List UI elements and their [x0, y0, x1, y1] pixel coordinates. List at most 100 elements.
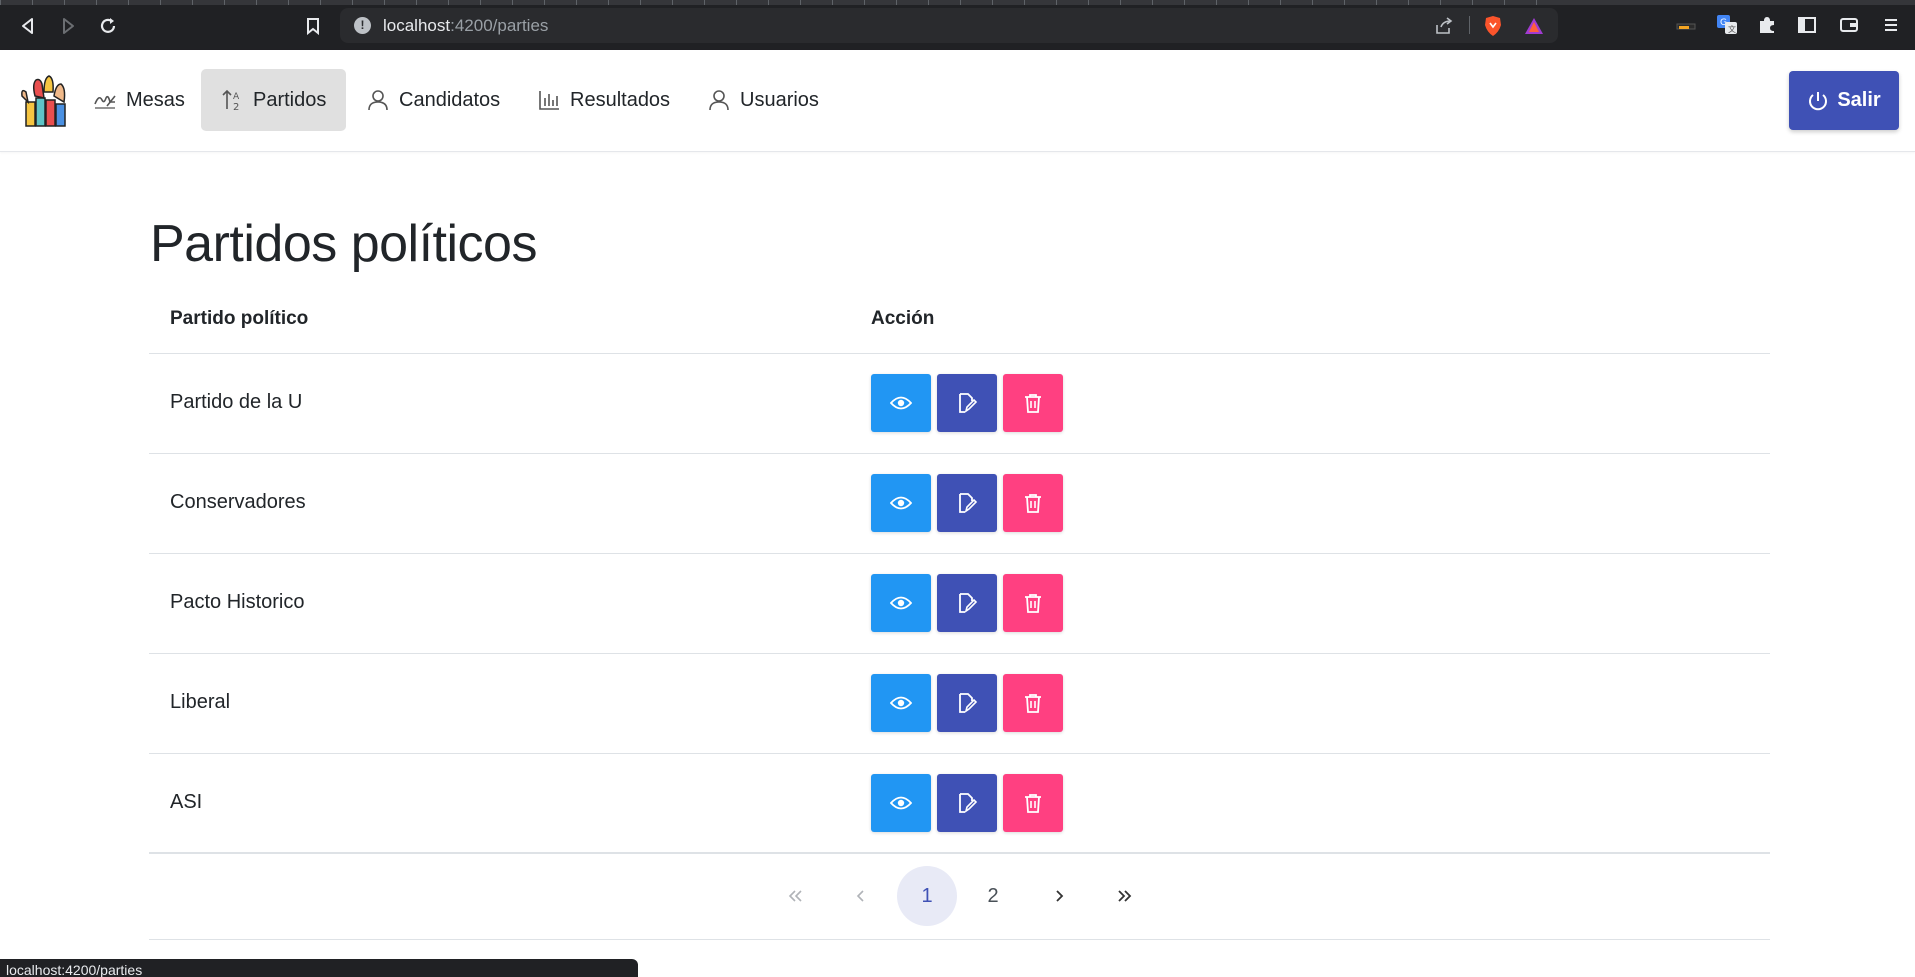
edit-button[interactable] [937, 774, 997, 832]
nav-item-label: Partidos [253, 88, 327, 111]
table-row: Pacto Historico [149, 554, 1770, 654]
nav-item-label: Resultados [570, 88, 671, 111]
nav-item-label: Usuarios [740, 88, 819, 111]
nav-item-candidatos[interactable]: Candidatos [345, 69, 520, 131]
nav-item-mesas[interactable]: Mesas [72, 69, 205, 131]
view-button[interactable] [871, 474, 931, 532]
url-text: localhost:4200/parties [383, 16, 548, 36]
wallet-icon[interactable] [1838, 14, 1860, 36]
brave-shield-icon[interactable] [1483, 16, 1503, 36]
eye-icon [890, 595, 912, 611]
translate-icon[interactable]: G文 [1716, 14, 1738, 36]
forward-icon[interactable] [52, 10, 84, 42]
first-page-icon[interactable] [765, 866, 825, 926]
view-button[interactable] [871, 674, 931, 732]
trash-icon [1024, 793, 1042, 813]
nav-item-usuarios[interactable]: Usuarios [686, 69, 839, 131]
svg-text:A: A [233, 92, 240, 102]
edit-icon [957, 792, 977, 814]
site-info-icon[interactable]: ! [354, 17, 371, 34]
delete-button[interactable] [1003, 474, 1063, 532]
delete-button[interactable] [1003, 374, 1063, 432]
page-button-1[interactable]: 1 [897, 866, 957, 926]
edit-icon [957, 592, 977, 614]
chart-bar-icon [536, 88, 562, 112]
nav-item-resultados[interactable]: Resultados [516, 69, 690, 131]
edit-button[interactable] [937, 674, 997, 732]
edit-button[interactable] [937, 474, 997, 532]
table-header: Partido político Acción [149, 290, 1770, 354]
table-row: Liberal [149, 654, 1770, 754]
extensions-puzzle-icon[interactable] [1756, 14, 1778, 36]
view-button[interactable] [871, 574, 931, 632]
power-icon [1807, 90, 1829, 112]
edit-icon [957, 392, 977, 414]
reload-icon[interactable] [92, 10, 124, 42]
address-bar[interactable]: ! localhost:4200/parties [340, 8, 1558, 43]
column-header-party: Partido político [170, 308, 309, 329]
page-title: Partidos políticos [150, 215, 537, 273]
extension-tab-icon[interactable] [1676, 14, 1698, 36]
party-name: Conservadores [170, 491, 306, 513]
party-name: Pacto Historico [170, 591, 305, 613]
row-actions [871, 374, 1063, 432]
party-name: Partido de la U [170, 391, 303, 413]
status-bar: localhost:4200/parties [0, 959, 638, 977]
next-page-icon[interactable] [1029, 866, 1089, 926]
trash-icon [1024, 593, 1042, 613]
row-actions [871, 674, 1063, 732]
tab-strip-pattern [0, 0, 1560, 5]
prev-page-icon[interactable] [831, 866, 891, 926]
signature-icon [92, 88, 118, 112]
svg-text:2: 2 [233, 102, 239, 112]
eye-icon [890, 695, 912, 711]
eye-icon [890, 795, 912, 811]
trash-icon [1024, 393, 1042, 413]
url-host: localhost [383, 16, 451, 35]
view-button[interactable] [871, 774, 931, 832]
url-path: :4200/parties [450, 16, 549, 35]
nav-item-label: Candidatos [399, 88, 501, 111]
bookmark-icon[interactable] [297, 10, 329, 42]
parties-table: Partido político Acción Partido de la U C… [149, 290, 1770, 854]
row-actions [871, 474, 1063, 532]
edit-button[interactable] [937, 374, 997, 432]
delete-button[interactable] [1003, 774, 1063, 832]
app-navbar: Mesas A2 Partidos Candidatos Resultados … [0, 50, 1915, 152]
sort-alpha-icon: A2 [221, 88, 245, 112]
tab-strip [0, 0, 1915, 5]
logout-button[interactable]: Salir [1789, 71, 1899, 130]
view-button[interactable] [871, 374, 931, 432]
paginator: 1 2 [149, 852, 1770, 940]
nav-item-label: Mesas [126, 88, 185, 111]
edit-icon [957, 492, 977, 514]
logout-label: Salir [1837, 89, 1881, 111]
delete-button[interactable] [1003, 574, 1063, 632]
last-page-icon[interactable] [1095, 866, 1155, 926]
share-icon[interactable] [1434, 16, 1454, 36]
user-icon [706, 88, 732, 112]
party-name: Liberal [170, 691, 231, 713]
trash-icon [1024, 693, 1042, 713]
user-icon [365, 88, 391, 112]
edit-button[interactable] [937, 574, 997, 632]
back-icon[interactable] [12, 10, 44, 42]
sidebar-icon[interactable] [1796, 14, 1818, 36]
edit-icon [957, 692, 977, 714]
eye-icon [890, 495, 912, 511]
party-name: ASI [170, 791, 203, 813]
menu-icon[interactable] [1880, 14, 1902, 36]
table-row: Conservadores [149, 454, 1770, 554]
page-button-2[interactable]: 2 [963, 866, 1023, 926]
eye-icon [890, 395, 912, 411]
column-header-action: Acción [871, 308, 935, 329]
row-actions [871, 574, 1063, 632]
address-divider [1469, 16, 1470, 34]
nav-item-partidos[interactable]: A2 Partidos [201, 69, 346, 131]
app-logo-icon[interactable] [18, 74, 74, 128]
brave-rewards-icon[interactable] [1523, 16, 1545, 36]
delete-button[interactable] [1003, 674, 1063, 732]
row-actions [871, 774, 1063, 832]
svg-text:文: 文 [1728, 24, 1736, 34]
table-row: ASI [149, 754, 1770, 854]
